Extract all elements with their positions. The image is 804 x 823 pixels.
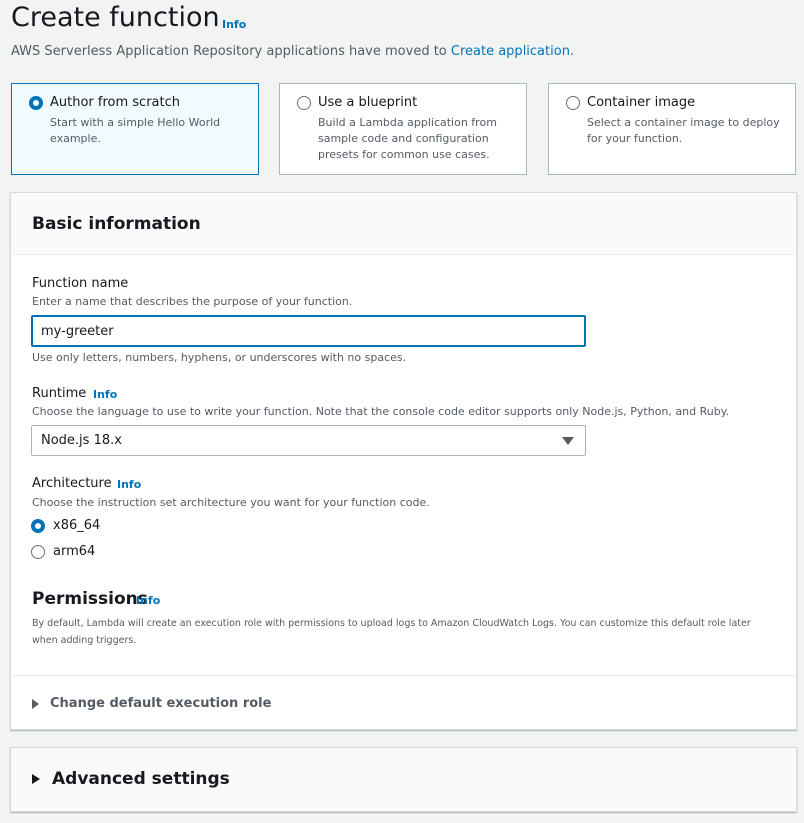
caret-right-icon	[32, 699, 39, 709]
subtitle-end: .	[569, 44, 575, 59]
function-name-label: Function name	[32, 276, 129, 291]
tile-use-a-blueprint[interactable]: Use a blueprint Build a Lambda applicati…	[279, 83, 527, 175]
page-subtitle: AWS Serverless Application Repository ap…	[11, 44, 574, 59]
create-application-link[interactable]: Create application	[451, 44, 570, 59]
subtitle-text: AWS Serverless Application Repository ap…	[11, 44, 451, 59]
caret-down-icon	[562, 437, 574, 445]
tile-title: Author from scratch	[50, 95, 180, 110]
runtime-select[interactable]: Node.js 18.x	[31, 425, 586, 456]
panel-header: Basic information	[11, 193, 796, 255]
permissions-description: By default, Lambda will create an execut…	[32, 618, 751, 646]
runtime-label: Runtime	[32, 386, 87, 401]
radio-button[interactable]	[31, 545, 45, 559]
tile-description: Select a container image to deploy for y…	[587, 116, 780, 145]
basic-information-panel: Basic information Function name Enter a …	[10, 192, 797, 730]
architecture-label: Architecture	[32, 476, 112, 491]
advanced-settings-panel: Advanced settings	[10, 747, 797, 812]
divider	[11, 675, 796, 676]
tile-title: Container image	[587, 95, 696, 110]
tile-description: Start with a simple Hello World example.	[50, 116, 221, 145]
tile-author-from-scratch[interactable]: Author from scratch Start with a simple …	[11, 83, 259, 175]
runtime-description: Choose the language to use to write your…	[32, 405, 730, 418]
architecture-description: Choose the instruction set architecture …	[32, 496, 430, 509]
caret-right-icon	[32, 774, 40, 784]
expander-label: Change default execution role	[50, 696, 272, 711]
permissions-info-link[interactable]: Info	[136, 594, 160, 607]
function-name-constraint: Use only letters, numbers, hyphens, or u…	[32, 351, 407, 364]
function-name-input[interactable]	[31, 315, 586, 347]
radio-author-from-scratch[interactable]	[29, 96, 43, 110]
runtime-selected-value: Node.js 18.x	[41, 433, 122, 448]
runtime-info-link[interactable]: Info	[93, 388, 117, 401]
architecture-info-link[interactable]: Info	[117, 478, 141, 491]
function-name-description: Enter a name that describes the purpose …	[32, 295, 353, 308]
radio-container-image[interactable]	[566, 96, 580, 110]
advanced-settings-label: Advanced settings	[52, 769, 230, 789]
panel-title: Basic information	[32, 214, 201, 234]
tile-title: Use a blueprint	[318, 95, 418, 110]
architecture-option-label: x86_64	[53, 518, 101, 533]
info-link[interactable]: Info	[222, 18, 246, 31]
architecture-option-label: arm64	[53, 544, 96, 559]
tile-description: Build a Lambda application from sample c…	[318, 116, 497, 161]
radio-use-a-blueprint[interactable]	[297, 96, 311, 110]
radio-button[interactable]	[31, 519, 45, 533]
permissions-heading: Permissions	[32, 589, 148, 609]
page-title: Create function	[11, 2, 220, 33]
tile-container-image[interactable]: Container image Select a container image…	[548, 83, 796, 175]
